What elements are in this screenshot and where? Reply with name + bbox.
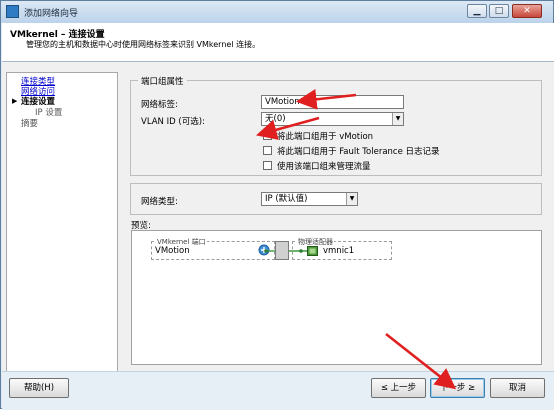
add-network-wizard-window: 添加网络向导 ▁ □ ✕ VMkernel – 连接设置 管理您的主机和数据中心… xyxy=(0,0,554,410)
physical-adapter-box: 物理适配器 vmnic1 xyxy=(292,237,392,260)
network-label-label: 网络标签: xyxy=(141,100,178,110)
nav-step-summary: 摘要 xyxy=(21,119,39,129)
nic-icon xyxy=(307,246,318,256)
network-type-dropdown[interactable]: IP (默认值) ▼ xyxy=(261,192,358,206)
vmotion-checkbox[interactable]: ✓ xyxy=(263,131,272,140)
vlan-id-value: 无(0) xyxy=(265,114,286,124)
chevron-down-icon: ▼ xyxy=(346,193,357,205)
vmkernel-port-name: VMotion xyxy=(155,246,190,256)
minimize-button[interactable]: ▁ xyxy=(467,4,487,18)
next-button[interactable]: 下一步 ≥ xyxy=(430,378,485,398)
port-group-properties-title: 端口组属性 xyxy=(138,75,187,87)
maximize-icon: □ xyxy=(494,6,504,16)
network-type-value: IP (默认值) xyxy=(265,194,308,204)
port-group-properties-group: 端口组属性 网络标签: VMotion VLAN ID (可选): 无(0) ▼… xyxy=(130,75,542,176)
window-title: 添加网络向导 xyxy=(24,9,79,19)
maximize-button[interactable]: □ xyxy=(489,4,509,18)
help-button[interactable]: 帮助(H) xyxy=(9,378,69,398)
network-wizard-icon xyxy=(6,5,19,18)
wizard-button-bar: 帮助(H) ≤ 上一步 下一步 ≥ 取消 xyxy=(2,371,554,410)
vlan-id-dropdown[interactable]: 无(0) ▼ xyxy=(261,112,404,126)
chevron-down-icon: ▼ xyxy=(392,113,403,125)
close-button[interactable]: ✕ xyxy=(512,4,542,18)
fault-tolerance-checkbox-label: 将此端口组用于 Fault Tolerance 日志记录 xyxy=(277,147,440,157)
current-step-arrow-icon: ▶ xyxy=(12,97,18,105)
management-traffic-checkbox[interactable] xyxy=(263,161,272,170)
network-type-group: 网络类型: IP (默认值) ▼ xyxy=(130,183,542,215)
network-preview: VMkernel 端口 VMotion 物理适配器 vmnic1 xyxy=(131,230,542,365)
network-label-input[interactable]: VMotion xyxy=(261,95,404,109)
cancel-button[interactable]: 取消 xyxy=(490,378,545,398)
vswitch-icon xyxy=(275,241,289,260)
vlan-id-label: VLAN ID (可选): xyxy=(141,117,205,127)
back-button[interactable]: ≤ 上一步 xyxy=(371,378,426,398)
network-type-label: 网络类型: xyxy=(141,197,178,207)
wizard-step-nav: 连接类型 网络访问 ▶ 连接设置 IP 设置 摘要 xyxy=(6,72,118,372)
page-subtitle: 管理您的主机和数据中心时使用网络标签来识别 VMkernel 连接。 xyxy=(26,40,261,49)
wizard-header: VMkernel – 连接设置 管理您的主机和数据中心时使用网络标签来识别 VM… xyxy=(2,23,554,62)
fault-tolerance-checkbox[interactable] xyxy=(263,146,272,155)
minimize-icon: ▁ xyxy=(473,6,481,16)
nav-step-ip-settings: IP 设置 xyxy=(35,108,63,118)
wizard-content: 连接类型 网络访问 ▶ 连接设置 IP 设置 摘要 端口组属性 网络标签: VM… xyxy=(2,62,554,372)
management-traffic-checkbox-label: 使用该端口组来管理流量 xyxy=(277,162,371,172)
physical-adapter-name: vmnic1 xyxy=(323,246,355,256)
close-icon: ✕ xyxy=(523,6,531,16)
title-bar: 添加网络向导 ▁ □ ✕ xyxy=(1,1,553,23)
vmotion-checkbox-label: 将此端口组用于 vMotion xyxy=(277,132,374,142)
